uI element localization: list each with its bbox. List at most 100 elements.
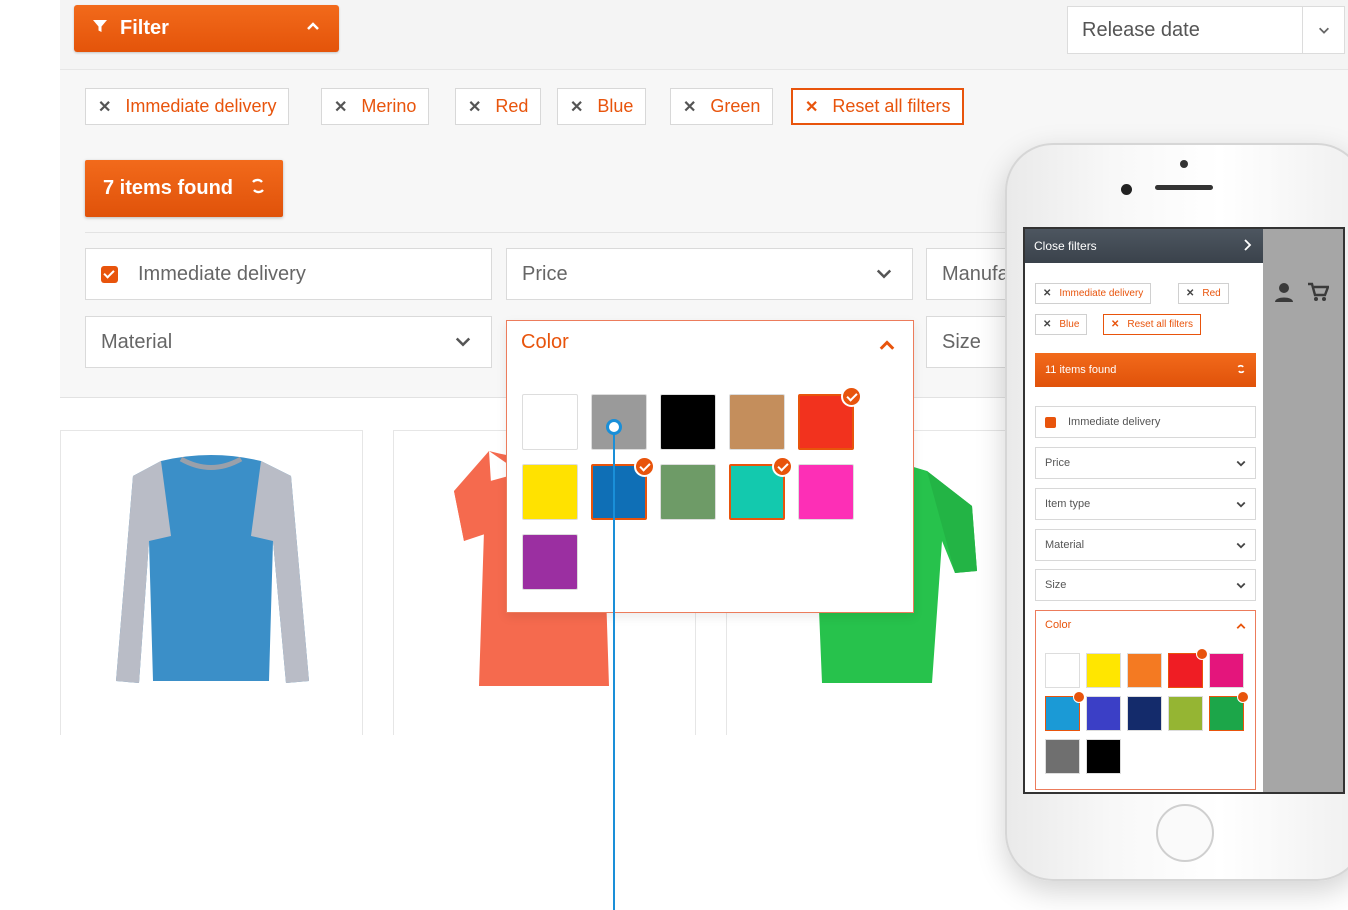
sort-select-value: Release date [1082,18,1200,41]
filter-label: Material [1045,539,1085,551]
reset-all-filters-button[interactable]: ✕ Reset all filters [791,88,965,125]
color-swatch[interactable] [1209,691,1249,731]
checkbox-checked[interactable] [101,265,118,283]
chevron-up-icon[interactable] [877,335,897,355]
chip-label: Red [495,96,529,116]
filter-label: Size [942,330,981,353]
chevron-down-icon [1235,539,1247,551]
callout-dot [606,419,622,435]
color-swatch[interactable] [1045,739,1080,774]
mobile-filter-drawer: Close filters ✕ Immediate delivery ✕ Red ✕… [1025,229,1263,792]
color-swatch[interactable] [1168,648,1208,688]
chip-label: Red [1202,288,1221,299]
close-filters-bar[interactable]: Close filters [1025,229,1263,263]
color-swatch[interactable] [798,386,862,450]
items-found-label: 7 items found [103,177,234,199]
filter-label: Price [1045,457,1071,469]
price-filter[interactable]: Price [1035,447,1256,479]
chevron-down-icon [1302,7,1344,53]
check-icon [634,456,655,477]
divider [85,232,1005,233]
color-swatch[interactable] [1086,739,1121,774]
filter-label: Immediate delivery [138,262,306,285]
remove-icon[interactable]: ✕ [683,97,696,117]
remove-icon[interactable]: ✕ [468,97,481,117]
color-swatch[interactable] [798,464,854,520]
active-filter-chip[interactable]: ✕ Immediate delivery [1035,283,1152,304]
color-swatch[interactable] [1127,696,1162,731]
color-swatch[interactable] [729,456,793,520]
phone-sensor [1180,160,1188,168]
color-filter-dropdown[interactable]: Color [506,320,914,613]
phone-screen: Close filters ✕ Immediate delivery ✕ Red ✕… [1023,227,1345,794]
active-filter-chip[interactable]: ✕ Blue [557,88,647,125]
active-filter-chip[interactable]: ✕ Red [1178,283,1229,304]
color-filter-dropdown[interactable]: Color [1035,610,1256,790]
filter-label: Material [101,330,173,353]
filter-label: Item type [1045,498,1091,510]
reset-all-filters-button[interactable]: ✕ Reset all filters [1103,314,1201,335]
chevron-right-icon [1243,238,1253,254]
color-swatch[interactable] [660,464,716,520]
phone-camera [1121,184,1132,195]
material-filter[interactable]: Material [85,316,492,368]
color-swatch[interactable] [1086,696,1121,731]
cart-icon[interactable] [1307,281,1330,303]
product-card[interactable] [60,430,363,735]
filter-label: Immediate delivery [1068,416,1161,428]
refresh-icon [1236,364,1246,377]
material-filter[interactable]: Material [1035,529,1256,561]
remove-icon[interactable]: ✕ [334,97,347,117]
active-filter-chip[interactable]: ✕ Green [670,88,774,125]
color-swatch[interactable] [522,534,578,590]
remove-icon: ✕ [1111,319,1120,330]
remove-icon[interactable]: ✕ [1186,288,1194,299]
checkbox-checked[interactable] [1045,416,1056,428]
chevron-down-icon [1235,457,1247,469]
chip-label: Merino [361,96,417,116]
immediate-delivery-filter[interactable]: Immediate delivery [1035,406,1256,438]
color-swatch[interactable] [1127,653,1162,688]
remove-icon[interactable]: ✕ [1043,288,1051,299]
items-found-button[interactable]: 7 items found [85,160,283,217]
dimmed-page-background [1263,229,1343,792]
remove-icon[interactable]: ✕ [98,97,111,117]
color-swatch[interactable] [1045,653,1080,688]
price-filter[interactable]: Price [506,248,913,300]
remove-icon[interactable]: ✕ [570,97,583,117]
filter-label: Size [1045,579,1067,591]
color-swatch[interactable] [729,394,785,450]
size-filter[interactable]: Size [1035,569,1256,601]
active-filter-chip[interactable]: ✕ Immediate delivery [85,88,290,125]
color-filter-title: Color [1045,619,1072,631]
color-swatch[interactable] [1045,691,1085,731]
manufacturer-filter[interactable]: Manufa [926,248,1016,300]
chip-label: Immediate delivery [125,96,277,116]
color-swatch[interactable] [1168,696,1203,731]
color-swatch[interactable] [522,464,578,520]
item-type-filter[interactable]: Item type [1035,488,1256,520]
sort-select[interactable]: Release date [1067,6,1345,54]
chevron-up-icon[interactable] [1235,619,1247,631]
size-filter[interactable]: Size [926,316,1016,368]
active-filter-chip[interactable]: ✕ Red [455,88,542,125]
color-swatch[interactable] [1209,653,1244,688]
user-icon[interactable] [1273,281,1295,303]
items-found-button[interactable]: 11 items found [1035,353,1256,387]
items-found-label: 11 items found [1045,364,1117,376]
color-swatch[interactable] [522,394,578,450]
filter-label: Price [522,262,568,285]
color-swatch[interactable] [1086,653,1121,688]
filter-toggle-button[interactable]: Filter [74,5,339,52]
color-swatch[interactable] [660,394,716,450]
remove-icon[interactable]: ✕ [1043,319,1051,330]
active-filter-chip[interactable]: ✕ Merino [321,88,430,125]
color-swatch[interactable] [591,456,655,520]
funnel-icon [92,18,108,39]
active-filter-chip[interactable]: ✕ Blue [1035,314,1088,335]
close-filters-label: Close filters [1034,239,1097,253]
immediate-delivery-filter[interactable]: Immediate delivery [85,248,492,300]
longsleeve-shirt-image [116,455,309,683]
check-icon [1237,691,1249,703]
chevron-down-icon [874,263,894,283]
